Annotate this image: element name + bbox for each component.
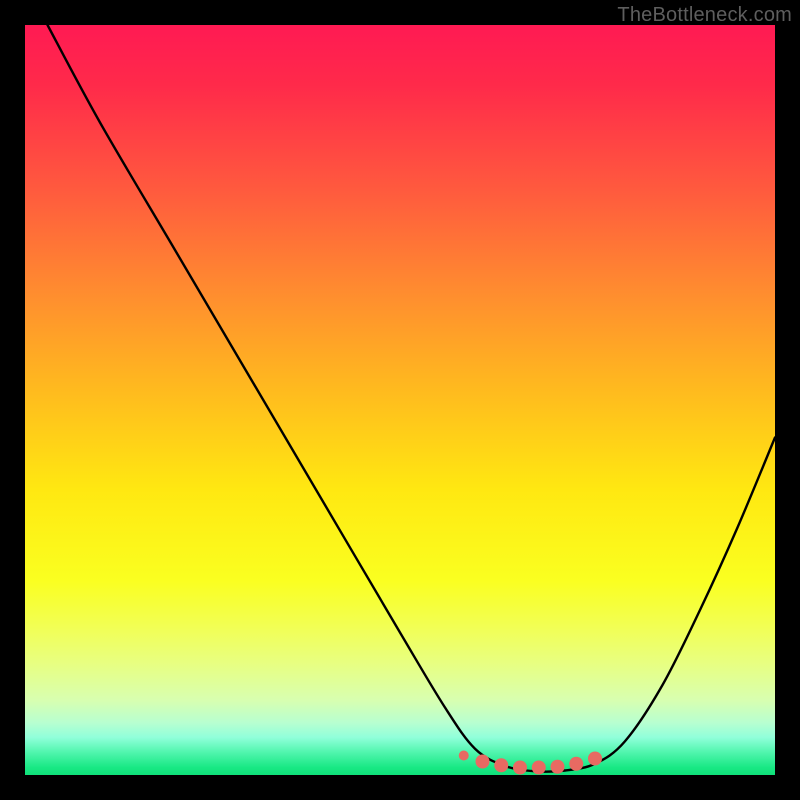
bottleneck-curve	[48, 25, 776, 772]
optimal-marker	[588, 752, 602, 766]
optimal-marker	[476, 755, 490, 769]
optimal-marker	[569, 757, 583, 771]
chart-svg	[25, 25, 775, 775]
optimal-marker	[494, 758, 508, 772]
chart-frame	[25, 25, 775, 775]
optimal-marker	[532, 761, 546, 775]
optimal-marker	[459, 751, 469, 761]
optimal-marker	[513, 761, 527, 775]
watermark-text: TheBottleneck.com	[617, 4, 792, 27]
optimal-marker	[551, 760, 565, 774]
